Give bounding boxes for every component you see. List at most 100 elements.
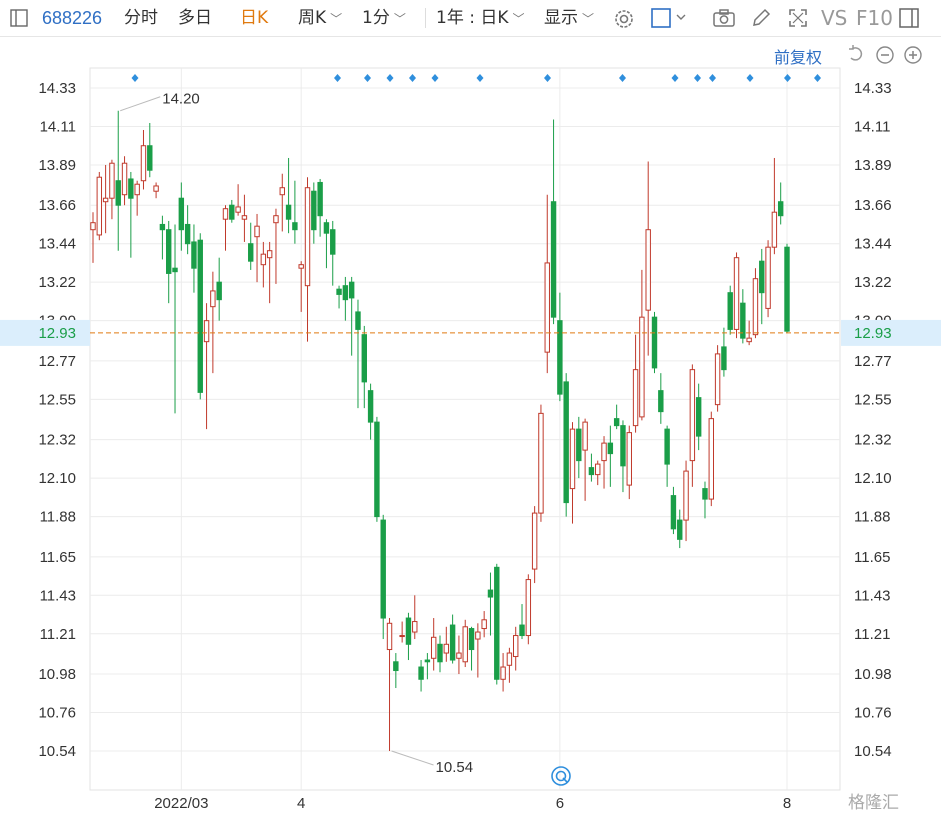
candle-body bbox=[115, 180, 121, 206]
event-marker-diamond[interactable] bbox=[364, 74, 371, 82]
candle-body bbox=[670, 495, 677, 530]
candle-body bbox=[601, 442, 607, 462]
candle-body bbox=[336, 288, 342, 295]
candle-body bbox=[254, 225, 260, 238]
candle-body bbox=[456, 652, 462, 659]
candle-body bbox=[153, 185, 159, 192]
candle-body bbox=[191, 241, 197, 269]
candle-body bbox=[90, 222, 96, 231]
event-marker-diamond[interactable] bbox=[409, 74, 416, 82]
candle-body bbox=[399, 635, 405, 638]
price-tag-left: 12.93 bbox=[38, 325, 76, 342]
candle-body bbox=[531, 512, 538, 570]
y-tick-label-left: 13.89 bbox=[38, 157, 76, 174]
candle-body bbox=[317, 181, 323, 217]
candle-body bbox=[266, 250, 273, 259]
event-marker-diamond[interactable] bbox=[746, 74, 754, 82]
candle-body bbox=[229, 204, 235, 220]
candle-body bbox=[462, 626, 468, 663]
candle-body bbox=[342, 285, 349, 301]
candle-body bbox=[771, 211, 778, 248]
candle-body bbox=[292, 222, 298, 231]
candle-body bbox=[733, 257, 740, 330]
candle-body bbox=[752, 278, 759, 336]
y-tick-label-left: 11.43 bbox=[40, 587, 76, 604]
y-tick-label-left: 10.54 bbox=[38, 743, 76, 760]
event-marker-diamond[interactable] bbox=[476, 74, 484, 82]
watermark: 格隆汇 bbox=[848, 793, 899, 813]
candle-body bbox=[588, 467, 595, 476]
event-marker-diamond[interactable] bbox=[131, 74, 139, 82]
candle-body bbox=[664, 428, 670, 465]
event-marker-diamond[interactable] bbox=[544, 74, 551, 82]
x-tick-label: 2022/03 bbox=[154, 795, 208, 812]
candle-body bbox=[639, 316, 645, 418]
event-marker-diamond[interactable] bbox=[334, 74, 341, 82]
candle-body bbox=[777, 201, 784, 217]
event-marker-diamond[interactable] bbox=[784, 74, 791, 82]
candle-body bbox=[506, 652, 513, 666]
candle-body bbox=[222, 208, 229, 220]
candle-body bbox=[582, 421, 588, 451]
candle-body bbox=[184, 223, 191, 245]
plot-frame bbox=[89, 67, 841, 791]
high-callout-line bbox=[120, 96, 161, 112]
candle-body bbox=[632, 369, 639, 427]
candle-body bbox=[714, 353, 721, 406]
candle-body bbox=[166, 229, 172, 274]
candle-body bbox=[405, 617, 412, 645]
candle-body bbox=[330, 229, 336, 255]
candle-body bbox=[311, 190, 317, 231]
x-axis: 2022/03 4 6 8 bbox=[154, 795, 791, 812]
y-tick-label-left: 12.77 bbox=[38, 353, 76, 370]
y-tick-label-right: 11.43 bbox=[854, 587, 890, 604]
candle-body bbox=[216, 281, 222, 301]
event-marker-diamond[interactable] bbox=[386, 74, 394, 82]
candle-body bbox=[702, 488, 708, 500]
candle-body bbox=[374, 421, 380, 518]
candle-body bbox=[721, 346, 727, 371]
candle-body bbox=[380, 519, 386, 619]
candle-body bbox=[361, 334, 367, 383]
search-q-icon[interactable] bbox=[551, 766, 571, 786]
event-marker-diamond[interactable] bbox=[431, 74, 439, 82]
y-tick-label-left: 12.10 bbox=[38, 470, 76, 487]
candle-body bbox=[557, 320, 563, 395]
candle-body bbox=[96, 176, 103, 236]
candle-body bbox=[298, 264, 304, 269]
y-tick-label-left: 14.11 bbox=[40, 118, 76, 135]
y-tick-label-right: 12.55 bbox=[854, 391, 892, 408]
y-tick-label-right: 14.33 bbox=[854, 80, 892, 97]
candle-body bbox=[784, 246, 790, 332]
candle-body bbox=[210, 290, 216, 308]
candle-body bbox=[304, 187, 311, 287]
candle-body bbox=[683, 470, 689, 521]
y-tick-label-left: 13.44 bbox=[38, 236, 76, 253]
price-overlay: 14.20 10.54 12.93 12.93 bbox=[0, 91, 941, 786]
y-tick-label-left: 14.33 bbox=[38, 80, 76, 97]
candle-body bbox=[475, 631, 481, 640]
event-markers[interactable] bbox=[131, 74, 822, 82]
candle-body bbox=[178, 197, 185, 231]
candle-body bbox=[241, 215, 248, 220]
event-marker-diamond[interactable] bbox=[619, 74, 626, 82]
event-marker-diamond[interactable] bbox=[709, 74, 716, 82]
candle-body bbox=[443, 643, 450, 654]
candle-body bbox=[102, 197, 109, 203]
event-marker-diamond[interactable] bbox=[671, 74, 679, 82]
candle-body bbox=[418, 666, 424, 680]
candle-body bbox=[235, 206, 241, 213]
candle-body bbox=[563, 381, 569, 504]
candle-body bbox=[481, 619, 487, 630]
candle-body bbox=[519, 624, 525, 637]
event-marker-diamond[interactable] bbox=[694, 74, 701, 82]
candle-body bbox=[765, 246, 771, 309]
candlestick-chart[interactable]: 14.33 14.33 14.11 14.11 13.89 13.89 13.66 13.66… bbox=[0, 0, 941, 819]
candle-body bbox=[500, 666, 506, 680]
event-marker-diamond[interactable] bbox=[814, 74, 821, 82]
y-tick-label-left: 13.22 bbox=[38, 274, 76, 291]
y-tick-label-left: 12.32 bbox=[38, 432, 76, 449]
y-tick-label-right: 11.65 bbox=[854, 549, 890, 566]
y-tick-label-left: 13.66 bbox=[38, 197, 76, 214]
candle-body bbox=[248, 243, 254, 262]
